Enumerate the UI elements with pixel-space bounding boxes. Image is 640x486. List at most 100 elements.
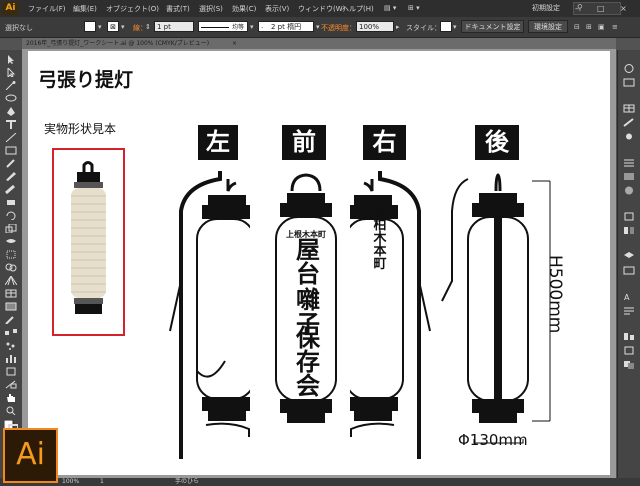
brush-definition[interactable]: · 2 pt 楕円 bbox=[258, 21, 314, 32]
eyedropper-tool-icon[interactable] bbox=[5, 315, 17, 324]
character-panel-icon[interactable]: A bbox=[623, 286, 635, 302]
menu-help[interactable]: ヘルプ(H) bbox=[342, 4, 374, 14]
illustrator-logo-icon: Ai bbox=[3, 428, 58, 483]
canvas-area[interactable]: 弓張り提灯 実物形状見本 左 前 右 後 上根木本町 屋台 囃子 保存会 上柏木… bbox=[22, 49, 616, 478]
menu-file[interactable]: ファイル(F) bbox=[28, 4, 66, 14]
transparency-panel-icon[interactable] bbox=[623, 180, 635, 195]
sample-lantern-image bbox=[71, 161, 106, 314]
minimize-button[interactable]: – bbox=[575, 4, 579, 13]
magic-wand-tool-icon[interactable] bbox=[5, 81, 17, 90]
menu-view[interactable]: 表示(V) bbox=[265, 4, 289, 14]
document-tab[interactable]: 2016年_弓張り提灯_ワークシート.ai @ 100% (CMYK/プレビュー… bbox=[22, 38, 616, 49]
swatches-panel-icon[interactable] bbox=[623, 98, 635, 113]
free-transform-tool-icon[interactable] bbox=[5, 250, 17, 259]
style-dropdown-icon[interactable]: ▾ bbox=[453, 23, 457, 31]
direct-selection-tool-icon[interactable] bbox=[5, 68, 17, 77]
bridge-icon[interactable]: ▤ ▾ bbox=[384, 4, 396, 12]
appearance-panel-icon[interactable] bbox=[623, 206, 635, 221]
width-tool-icon[interactable] bbox=[5, 237, 17, 246]
fill-dropdown-icon[interactable]: ▾ bbox=[98, 23, 102, 31]
zoom-tool-icon[interactable] bbox=[5, 406, 17, 415]
preferences-button[interactable]: 環境設定 bbox=[528, 20, 568, 33]
isolate-icon[interactable]: ▣ bbox=[598, 23, 605, 31]
menu-select[interactable]: 選択(S) bbox=[199, 4, 223, 14]
stroke-panel-icon[interactable] bbox=[623, 152, 635, 167]
hand-tool-icon[interactable] bbox=[5, 393, 17, 402]
workspace-switcher[interactable]: 初期設定 bbox=[532, 3, 560, 13]
brush-dropdown-icon[interactable]: ▾ bbox=[316, 23, 320, 31]
close-button[interactable]: × bbox=[620, 4, 627, 13]
column-graph-tool-icon[interactable] bbox=[5, 354, 17, 363]
color-guide-icon[interactable] bbox=[623, 72, 635, 87]
width-dimension-label: Φ130mm bbox=[458, 431, 528, 449]
shape-builder-tool-icon[interactable] bbox=[5, 263, 17, 272]
graphic-styles-panel-icon[interactable] bbox=[623, 220, 635, 234]
stroke-stepper-icon[interactable]: ⇕ bbox=[145, 23, 151, 31]
lasso-tool-icon[interactable] bbox=[5, 94, 17, 103]
paintbrush-tool-icon[interactable] bbox=[5, 159, 17, 168]
view-label-right: 右 bbox=[363, 125, 406, 160]
selection-tool-icon[interactable] bbox=[5, 55, 17, 64]
menu-bar: Ai ファイル(F) 編集(E) オブジェクト(O) 書式(T) 選択(S) 効… bbox=[0, 0, 640, 17]
gradient-panel-icon[interactable] bbox=[623, 166, 635, 180]
pencil-tool-icon[interactable] bbox=[5, 172, 17, 181]
align-panel-icon[interactable] bbox=[623, 326, 635, 340]
graphic-style-swatch[interactable] bbox=[440, 21, 452, 32]
eraser-tool-icon[interactable] bbox=[5, 198, 17, 207]
align-icon[interactable]: ⊟ bbox=[574, 23, 580, 31]
perspective-grid-tool-icon[interactable] bbox=[5, 276, 17, 285]
tab-close-icon[interactable]: × bbox=[232, 38, 237, 49]
opacity-dropdown-icon[interactable]: ▸ bbox=[396, 23, 400, 31]
stroke-width-field[interactable]: 1 pt bbox=[154, 21, 194, 32]
pathfinder-panel-icon[interactable] bbox=[623, 354, 635, 369]
menu-object[interactable]: オブジェクト(O) bbox=[106, 4, 159, 14]
color-panel-icon[interactable] bbox=[623, 58, 635, 73]
gradient-tool-icon[interactable] bbox=[5, 302, 17, 311]
menu-effect[interactable]: 効果(C) bbox=[232, 4, 256, 14]
layers-panel-icon[interactable] bbox=[623, 246, 635, 258]
arrange-icon[interactable]: ⊞ ▾ bbox=[408, 4, 420, 12]
page-number[interactable]: 1 bbox=[100, 478, 104, 486]
symbol-sprayer-tool-icon[interactable] bbox=[5, 341, 17, 350]
profile-dropdown-icon[interactable]: ▾ bbox=[250, 23, 254, 31]
variable-width-profile[interactable]: 均等 bbox=[198, 21, 248, 32]
view-label-back: 後 bbox=[475, 125, 519, 160]
menu-window[interactable]: ウィンドウ(W) bbox=[298, 4, 345, 14]
control-menu-icon[interactable]: ≡ bbox=[612, 23, 618, 31]
artboard[interactable]: 弓張り提灯 実物形状見本 左 前 右 後 上根木本町 屋台 囃子 保存会 上柏木… bbox=[28, 51, 610, 475]
mesh-tool-icon[interactable] bbox=[5, 289, 17, 298]
brushes-panel-icon[interactable] bbox=[623, 112, 635, 127]
maximize-button[interactable]: □ bbox=[597, 4, 605, 13]
paragraph-panel-icon[interactable] bbox=[623, 300, 635, 315]
artboards-panel-icon[interactable] bbox=[623, 260, 635, 275]
zoom-level[interactable]: 100% bbox=[62, 478, 79, 486]
menu-type[interactable]: 書式(T) bbox=[166, 4, 190, 14]
scale-tool-icon[interactable] bbox=[5, 224, 17, 233]
rectangle-tool-icon[interactable] bbox=[5, 146, 17, 155]
document-setup-button[interactable]: ドキュメント設定 bbox=[461, 20, 524, 33]
transform-icon[interactable]: ⊞ bbox=[586, 23, 592, 31]
blob-brush-tool-icon[interactable] bbox=[5, 185, 17, 194]
menu-edit[interactable]: 編集(E) bbox=[73, 4, 97, 14]
transform-panel-icon[interactable] bbox=[623, 340, 635, 355]
control-bar: 選択なし ▾ ⊠ ▾ 線： ⇕ 1 pt 均等 ▾ · 2 pt 楕円 ▾ 不透… bbox=[0, 17, 640, 38]
selection-status: 選択なし bbox=[5, 24, 33, 32]
rotate-tool-icon[interactable] bbox=[5, 211, 17, 220]
current-tool-status: 手のひら bbox=[175, 478, 200, 485]
height-dimension-label: H500mm bbox=[545, 255, 565, 334]
side-text: 上柏木本町 bbox=[371, 205, 388, 271]
fill-swatch[interactable] bbox=[84, 21, 96, 32]
pen-tool-icon[interactable] bbox=[5, 107, 17, 116]
opacity-field[interactable]: 100% bbox=[356, 21, 394, 32]
status-bar: 100% 1 手のひら bbox=[0, 478, 640, 486]
type-tool-icon[interactable] bbox=[5, 120, 17, 129]
blend-tool-icon[interactable] bbox=[5, 328, 17, 337]
stroke-dropdown-icon[interactable]: ▾ bbox=[121, 23, 125, 31]
slice-tool-icon[interactable] bbox=[5, 380, 17, 389]
stroke-swatch[interactable]: ⊠ bbox=[107, 21, 119, 32]
panel-dock: A bbox=[617, 50, 640, 478]
tools-panel bbox=[0, 50, 23, 478]
line-tool-icon[interactable] bbox=[5, 133, 17, 142]
artboard-tool-icon[interactable] bbox=[5, 367, 17, 376]
symbols-panel-icon[interactable] bbox=[623, 126, 635, 140]
